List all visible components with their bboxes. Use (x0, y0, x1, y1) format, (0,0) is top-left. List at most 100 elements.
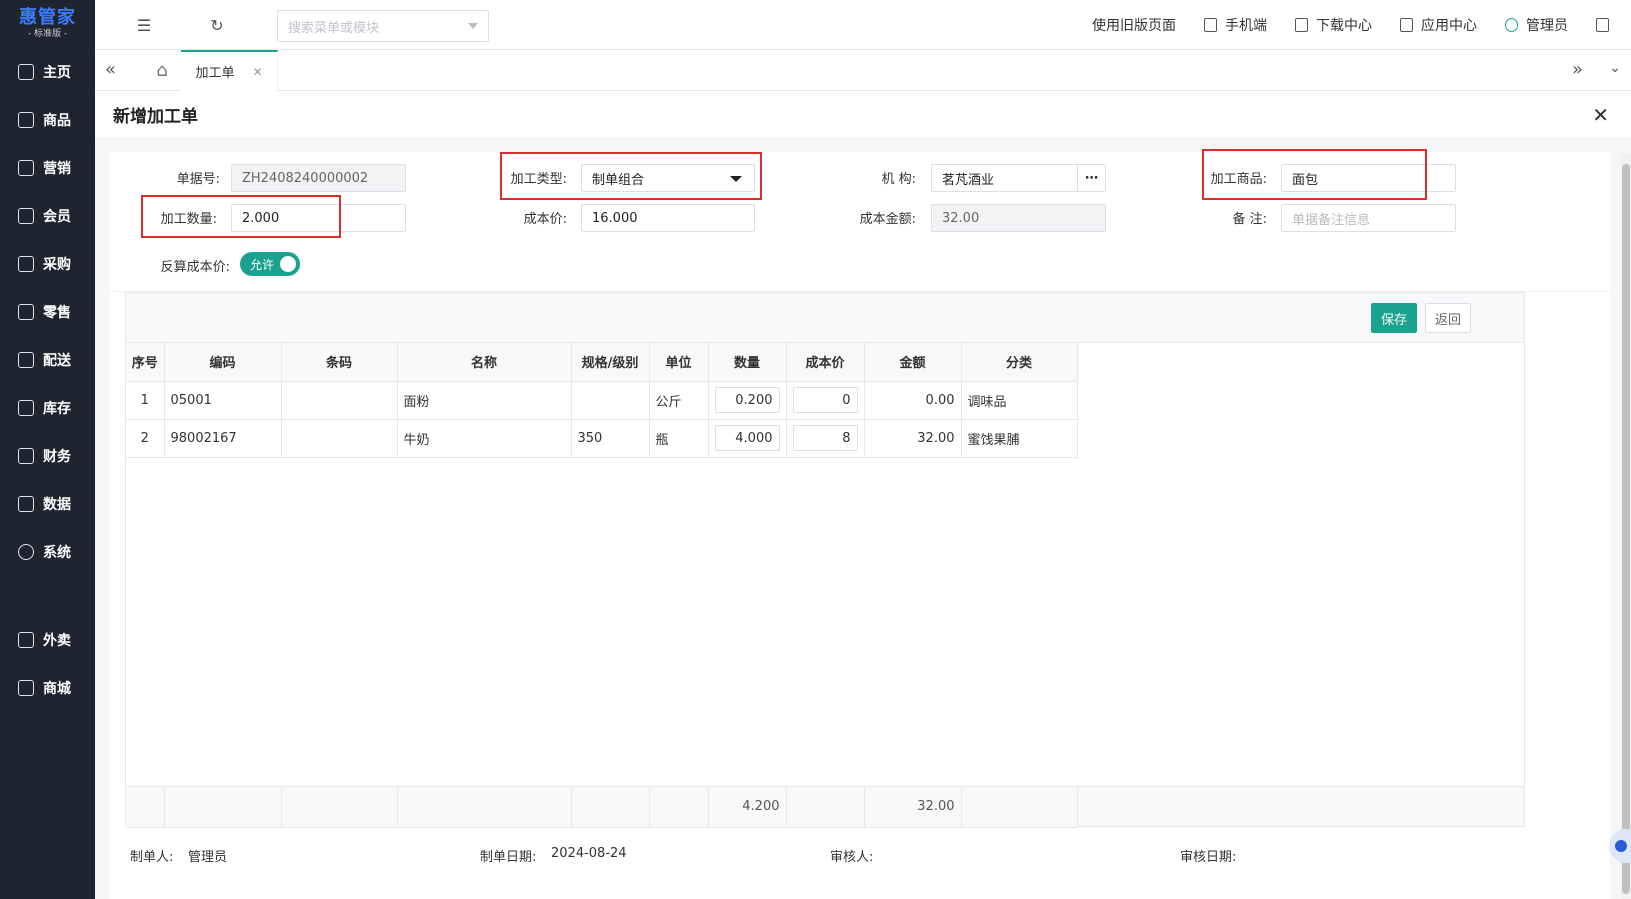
sidebar-item-purchase[interactable]: 采购 (0, 240, 95, 288)
items-table: 序号 编码 条码 名称 规格/级别 单位 数量 成本价 金额 分类 1 0500… (126, 343, 1078, 458)
cell-cost: 0 (786, 381, 865, 420)
user-name: 管理员 (1526, 18, 1568, 34)
panel-title: 新增加工单 (113, 107, 198, 127)
sidebar-item-label: 商品 (43, 113, 71, 129)
sidebar-item-goods[interactable]: 商品 (0, 96, 95, 144)
logo: 惠管家 - 标准版 - (0, 0, 95, 48)
bar-chart-icon (18, 496, 34, 512)
order-form: 单据号: ZH2408240000002 加工类型: 制单组合 机 构: 茗芃酒… (110, 149, 1610, 292)
table-header-row: 序号 编码 条码 名称 规格/级别 单位 数量 成本价 金额 分类 (126, 343, 1078, 382)
more-icon[interactable]: ⋯ (1077, 165, 1105, 191)
cost-label: 成本价: (523, 212, 567, 227)
cell-qty: 0.200 (708, 381, 787, 420)
sidebar-item-label: 财务 (43, 449, 71, 465)
download-center-label: 下载中心 (1316, 18, 1372, 34)
table-row[interactable]: 1 05001 面粉 公斤 0.200 0 0.00 调味品 (126, 381, 1078, 420)
cell-barcode (281, 419, 398, 458)
sidebar-item-label: 商城 (43, 681, 71, 697)
close-icon[interactable]: ✕ (1592, 103, 1609, 127)
sidebar-item-delivery[interactable]: 配送 (0, 336, 95, 384)
settings-icon (18, 544, 34, 560)
cell-code: 05001 (164, 381, 282, 420)
sidebar-item-inventory[interactable]: 库存 (0, 384, 95, 432)
tab-label: 加工单 (195, 66, 235, 81)
cost-field[interactable]: 16.000 (581, 204, 755, 232)
chart-icon (18, 160, 34, 176)
bag-icon (18, 304, 34, 320)
tab-home-icon[interactable]: ⌂ (143, 50, 181, 90)
tabs-scroll-left-icon[interactable]: « (105, 59, 116, 80)
app-center-label: 应用中心 (1421, 18, 1477, 34)
sidebar: 惠管家 - 标准版 - 主页 商品 营销 会员 采购 零售 配送 库存 财务 数… (0, 0, 95, 899)
org-label: 机 构: (881, 172, 916, 187)
form-footer: 制单人: 管理员 制单日期: 2024-08-24 审核人: 审核日期: (110, 846, 1610, 876)
sum-amount: 32.00 (864, 787, 962, 828)
date-label: 制单日期: (480, 850, 537, 865)
sidebar-item-mall[interactable]: 商城 (0, 664, 95, 712)
tabs-scroll-right-icon[interactable]: » (1572, 59, 1583, 80)
sidebar-item-home[interactable]: 主页 (0, 48, 95, 96)
table-row[interactable]: 2 98002167 牛奶 350 瓶 4.000 8 32.00 蜜饯果脯 (126, 419, 1078, 458)
tab-processing-order[interactable]: 加工单 ✕ (181, 50, 278, 91)
sidebar-item-member[interactable]: 会员 (0, 192, 95, 240)
user-icon (1505, 18, 1518, 32)
scrollbar[interactable] (1621, 154, 1631, 899)
cell-amount: 0.00 (864, 381, 962, 420)
cost-input[interactable]: 8 (792, 425, 858, 451)
sidebar-item-system[interactable]: 系统 (0, 528, 95, 576)
auditor-label: 审核人: (830, 850, 874, 865)
highlight-box (1202, 149, 1427, 200)
column-header: 规格/级别 (571, 343, 650, 382)
cell-name: 面粉 (397, 381, 572, 420)
highlight-box (500, 152, 762, 200)
cell-no: 2 (126, 419, 165, 458)
audit-date-label: 审核日期: (1180, 850, 1237, 865)
sidebar-item-label: 采购 (43, 257, 71, 273)
sidebar-item-label: 营销 (43, 161, 71, 177)
download-center-link[interactable]: 下载中心 (1295, 15, 1372, 35)
sidebar-item-takeout[interactable]: 外卖 (0, 616, 95, 664)
diamond-icon (18, 208, 34, 224)
back-button[interactable]: 返回 (1425, 303, 1471, 333)
qty-input[interactable]: 4.000 (714, 425, 780, 451)
amount-field: 32.00 (931, 204, 1106, 232)
takeout-icon (18, 632, 34, 648)
menu-search-select[interactable]: 搜索菜单或模块 (277, 10, 489, 42)
column-header: 名称 (397, 343, 572, 382)
sidebar-item-finance[interactable]: 财务 (0, 432, 95, 480)
sidebar-item-retail[interactable]: 零售 (0, 288, 95, 336)
scrollbar-thumb[interactable] (1622, 164, 1630, 894)
remark-field[interactable]: 单据备注信息 (1281, 204, 1456, 232)
column-header: 金额 (864, 343, 962, 382)
menu-toggle-icon[interactable]: ☰ (135, 16, 153, 35)
chevron-down-icon (468, 23, 478, 29)
doc-no-field: ZH2408240000002 (231, 164, 406, 192)
logout-icon (1596, 18, 1609, 32)
logout-button[interactable] (1596, 18, 1617, 32)
column-header: 成本价 (786, 343, 865, 382)
phone-icon (1204, 18, 1217, 32)
refresh-icon[interactable]: ↻ (208, 16, 226, 35)
save-button[interactable]: 保存 (1371, 303, 1417, 333)
sidebar-item-data[interactable]: 数据 (0, 480, 95, 528)
old-version-link[interactable]: 使用旧版页面 (1092, 15, 1176, 35)
cost-input[interactable]: 0 (792, 387, 858, 413)
cell-spec (571, 381, 650, 420)
panel-header: 新增加工单 ✕ (95, 91, 1631, 139)
qty-input[interactable]: 0.200 (714, 387, 780, 413)
remark-label: 备 注: (1232, 212, 1267, 227)
doc-no-label: 单据号: (176, 172, 220, 187)
user-menu[interactable]: 管理员 (1505, 15, 1568, 35)
reverse-cost-toggle[interactable]: 允许 (240, 252, 300, 276)
date-value: 2024-08-24 (551, 846, 627, 861)
chevron-down-icon[interactable]: ⌄ (1609, 60, 1621, 76)
close-icon[interactable]: ✕ (252, 65, 262, 79)
sidebar-item-marketing[interactable]: 营销 (0, 144, 95, 192)
apps-icon (1400, 18, 1413, 32)
toggle-label: 允许 (250, 257, 275, 272)
org-field[interactable]: 茗芃酒业 ⋯ (931, 164, 1106, 192)
cube-icon (18, 112, 34, 128)
mobile-link[interactable]: 手机端 (1204, 15, 1267, 35)
app-center-link[interactable]: 应用中心 (1400, 15, 1477, 35)
sidebar-item-label: 配送 (43, 353, 71, 369)
